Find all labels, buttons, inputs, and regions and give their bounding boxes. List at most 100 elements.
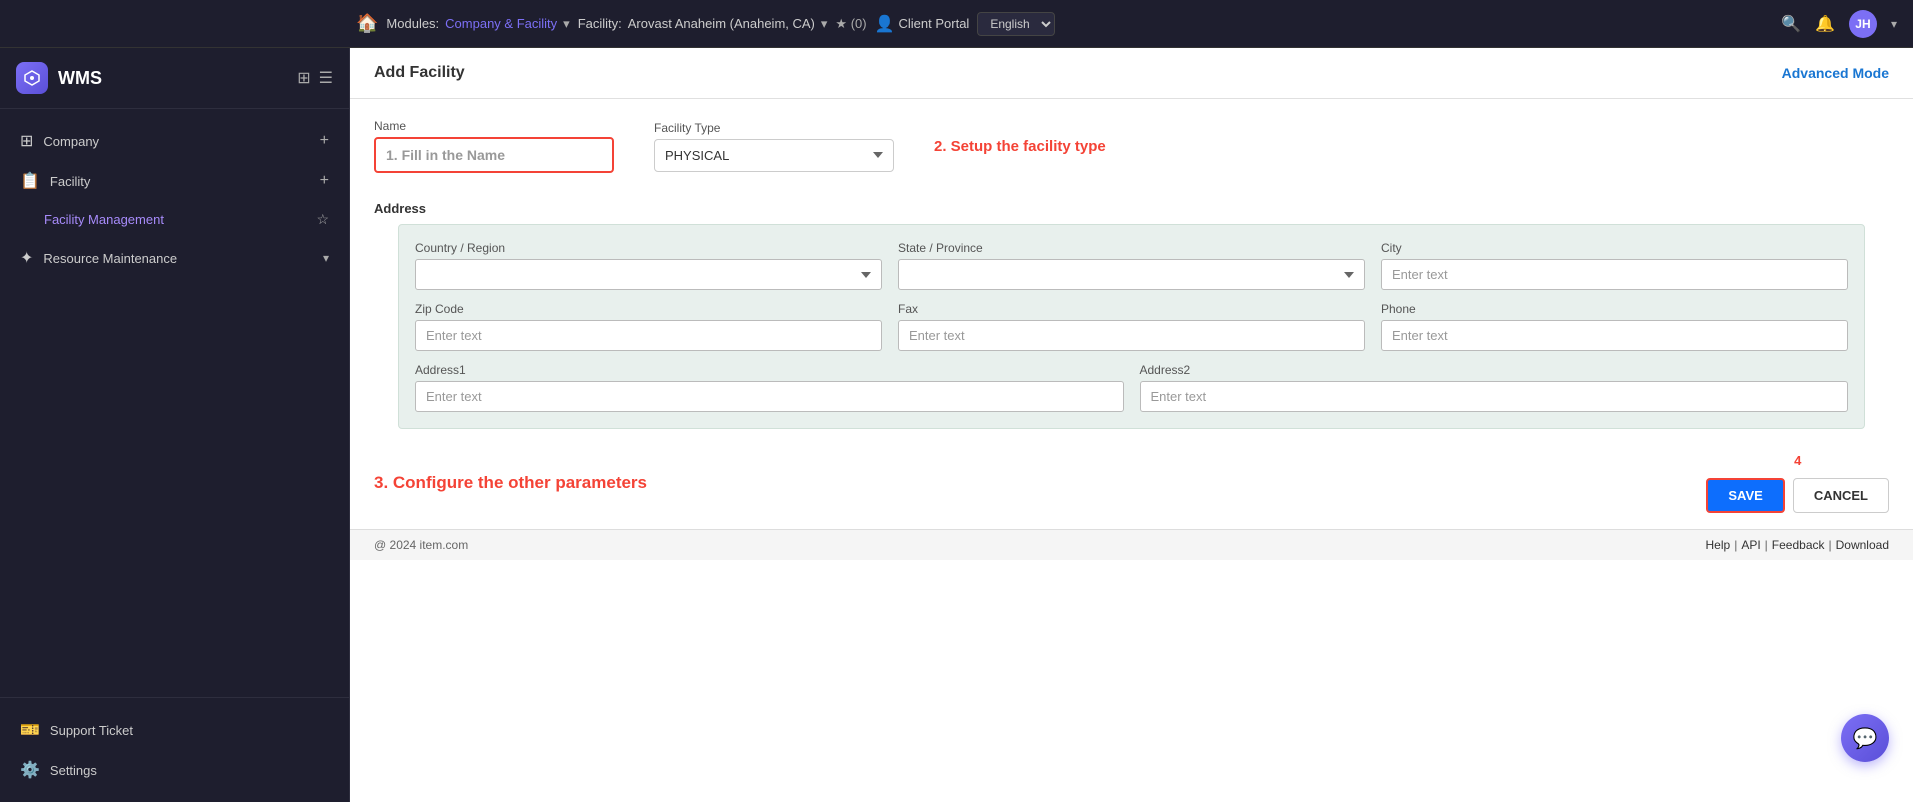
settings-label: Settings — [50, 763, 97, 778]
phone-input[interactable] — [1381, 320, 1848, 351]
star-count[interactable]: ★ (0) — [835, 16, 866, 32]
menu-icon[interactable]: ☰ — [319, 68, 333, 88]
facility-value: Arovast Anaheim (Anaheim, CA) — [628, 16, 815, 31]
grid-icon[interactable]: ⊞ — [297, 68, 310, 88]
copyright: @ 2024 item.com — [374, 538, 468, 552]
nav-facility: Facility: Arovast Anaheim (Anaheim, CA) … — [578, 16, 828, 32]
facility-type-group: Facility Type PHYSICAL VIRTUAL EXTERNAL — [654, 121, 894, 172]
state-select[interactable] — [898, 259, 1365, 290]
address-grid-row2: Zip Code Fax Phone — [415, 302, 1848, 351]
city-group: City — [1381, 241, 1848, 290]
user-chevron[interactable]: ▾ — [1891, 17, 1897, 31]
footer-links: Help | API | Feedback | Download — [1706, 538, 1889, 552]
sidebar-header: WMS ⊞ ☰ — [0, 48, 349, 109]
company-plus-btn[interactable]: + — [320, 132, 329, 150]
address2-label: Address2 — [1140, 363, 1849, 377]
client-portal[interactable]: 👤 Client Portal — [875, 14, 970, 34]
step4-label: 4 — [1794, 453, 1801, 468]
app-name: WMS — [58, 68, 102, 89]
name-facility-row: Name Facility Type PHYSICAL VIRTUAL EXTE… — [374, 119, 1889, 173]
step3-annotation: 3. Configure the other parameters — [374, 473, 647, 493]
facility-chevron[interactable]: ▾ — [821, 16, 828, 32]
sidebar-bottom: 🎫 Support Ticket ⚙️ Settings — [0, 697, 349, 802]
content-header: Add Facility Advanced Mode — [350, 48, 1913, 99]
address1-label: Address1 — [415, 363, 1124, 377]
zipcode-input[interactable] — [415, 320, 882, 351]
settings-icon: ⚙️ — [20, 760, 40, 780]
main-layout: WMS ⊞ ☰ ⊞ Company + 📋 Facility + Facilit… — [0, 48, 1913, 802]
country-label: Country / Region — [415, 241, 882, 255]
home-icon[interactable]: 🏠 — [356, 13, 378, 34]
phone-group: Phone — [1381, 302, 1848, 351]
nav-modules: Modules: Company & Facility ▾ — [386, 16, 569, 32]
address1-group: Address1 — [415, 363, 1124, 412]
sidebar-item-facility-management[interactable]: Facility Management ☆ — [0, 201, 349, 238]
bell-icon[interactable]: 🔔 — [1815, 14, 1835, 34]
city-input[interactable] — [1381, 259, 1848, 290]
address-section: Country / Region State / Province City — [398, 224, 1865, 429]
step3-row: 3. Configure the other parameters 4 SAVE… — [350, 445, 1913, 529]
address1-input[interactable] — [415, 381, 1124, 412]
sidebar-item-settings[interactable]: ⚙️ Settings — [0, 750, 349, 790]
country-select[interactable] — [415, 259, 882, 290]
chat-icon: 💬 — [1853, 726, 1878, 751]
save-button[interactable]: SAVE — [1706, 478, 1784, 513]
address-grid-row3: Address1 Address2 — [415, 363, 1848, 412]
sidebar-item-resource-maintenance[interactable]: ✦ Resource Maintenance ▾ — [0, 238, 349, 278]
sidebar: WMS ⊞ ☰ ⊞ Company + 📋 Facility + Facilit… — [0, 48, 350, 802]
modules-chevron[interactable]: ▾ — [563, 16, 570, 32]
company-icon: ⊞ — [20, 131, 33, 151]
support-icon: 🎫 — [20, 720, 40, 740]
step2-annotation: 2. Setup the facility type — [934, 138, 1106, 155]
modules-label: Modules: — [386, 16, 439, 31]
name-group: Name — [374, 119, 614, 173]
help-link[interactable]: Help — [1706, 538, 1731, 552]
address-wrapper: Address Country / Region State / Provinc… — [350, 201, 1913, 445]
name-label: Name — [374, 119, 614, 133]
state-label: State / Province — [898, 241, 1365, 255]
feedback-link[interactable]: Feedback — [1772, 538, 1825, 552]
city-label: City — [1381, 241, 1848, 255]
user-icon: 👤 — [875, 14, 895, 34]
fax-group: Fax — [898, 302, 1365, 351]
button-row: SAVE CANCEL — [1706, 478, 1889, 513]
fax-label: Fax — [898, 302, 1365, 316]
page-title: Add Facility — [374, 64, 465, 82]
address2-group: Address2 — [1140, 363, 1849, 412]
sidebar-item-support[interactable]: 🎫 Support Ticket — [0, 710, 349, 750]
language-select[interactable]: English — [977, 12, 1055, 36]
resource-chevron[interactable]: ▾ — [323, 251, 329, 265]
name-input[interactable] — [374, 137, 614, 173]
facility-plus-btn[interactable]: + — [320, 172, 329, 190]
country-group: Country / Region — [415, 241, 882, 290]
facility-label: Facility: — [578, 16, 622, 31]
advanced-mode-button[interactable]: Advanced Mode — [1782, 65, 1889, 81]
top-navigation: 🏠 Modules: Company & Facility ▾ Facility… — [0, 0, 1913, 48]
facility-label: Facility — [50, 174, 90, 189]
facility-icon: 📋 — [20, 171, 40, 191]
sidebar-item-facility[interactable]: 📋 Facility + — [0, 161, 349, 201]
facility-type-select[interactable]: PHYSICAL VIRTUAL EXTERNAL — [654, 139, 894, 172]
nav-home: 🏠 — [356, 13, 378, 34]
sidebar-nav: ⊞ Company + 📋 Facility + Facility Manage… — [0, 109, 349, 697]
support-label: Support Ticket — [50, 723, 133, 738]
facility-type-label: Facility Type — [654, 121, 894, 135]
state-group: State / Province — [898, 241, 1365, 290]
resource-label: Resource Maintenance — [43, 251, 177, 266]
company-label: Company — [43, 134, 99, 149]
zipcode-label: Zip Code — [415, 302, 882, 316]
download-link[interactable]: Download — [1836, 538, 1889, 552]
sidebar-logo — [16, 62, 48, 94]
sidebar-item-company[interactable]: ⊞ Company + — [0, 121, 349, 161]
fax-input[interactable] — [898, 320, 1365, 351]
resource-icon: ✦ — [20, 248, 33, 268]
address2-input[interactable] — [1140, 381, 1849, 412]
modules-link[interactable]: Company & Facility — [445, 16, 557, 31]
api-link[interactable]: API — [1741, 538, 1760, 552]
search-icon[interactable]: 🔍 — [1781, 14, 1801, 34]
avatar[interactable]: JH — [1849, 10, 1877, 38]
zipcode-group: Zip Code — [415, 302, 882, 351]
facility-management-star[interactable]: ☆ — [316, 211, 329, 228]
cancel-button[interactable]: CANCEL — [1793, 478, 1889, 513]
chat-fab-button[interactable]: 💬 — [1841, 714, 1889, 762]
